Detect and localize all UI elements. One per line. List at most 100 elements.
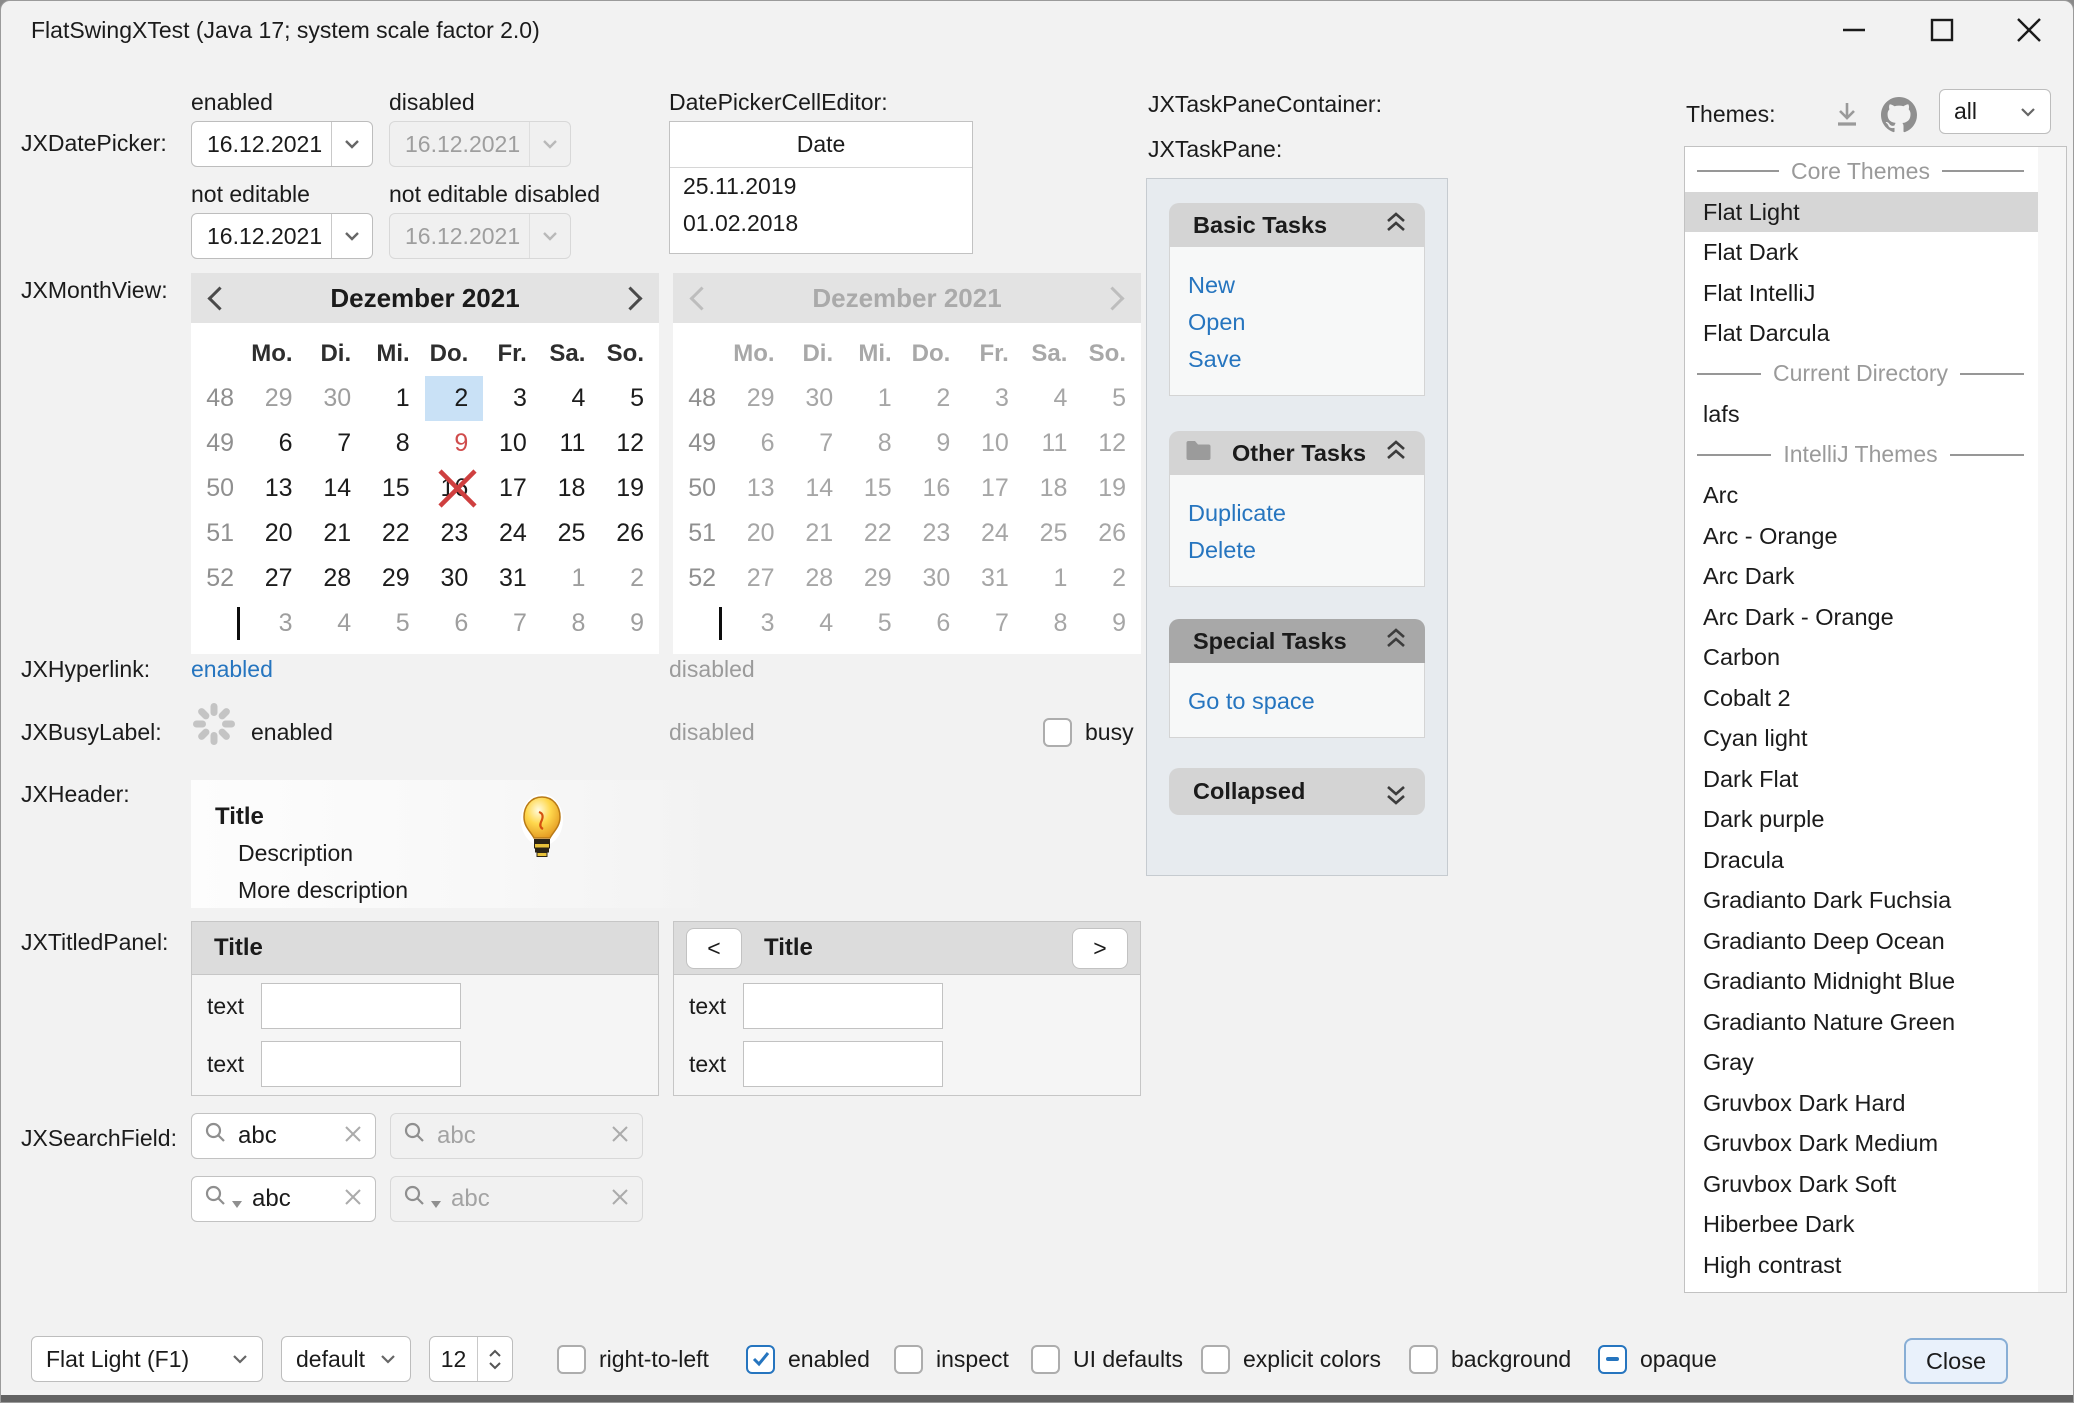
day-cell[interactable]: 21 [308,511,367,556]
theme-list-item[interactable]: Gruvbox Dark Soft [1685,1164,2038,1205]
theme-list-item[interactable]: Gradianto Deep Ocean [1685,921,2038,962]
day-cell[interactable]: 20 [249,511,308,556]
expand-chevron-icon[interactable] [1383,778,1409,806]
day-cell[interactable]: 23 [425,511,484,556]
day-cell[interactable]: 9 [600,601,659,646]
chevron-down-icon[interactable] [331,214,372,258]
text-input[interactable] [261,983,461,1029]
github-button[interactable] [1879,95,1919,135]
theme-list-item[interactable]: Flat Light [1685,192,2038,233]
checkbox-box[interactable] [1598,1345,1627,1374]
search-field[interactable]: abc [191,1176,376,1222]
task-link-save[interactable]: Save [1188,341,1416,378]
search-icon[interactable] [204,1184,228,1214]
theme-list-item[interactable]: Arc Dark - Orange [1685,597,2038,638]
checkbox-box[interactable] [557,1345,586,1374]
theme-list-item[interactable]: Gruvbox Dark Medium [1685,1123,2038,1164]
day-cell[interactable]: 18 [542,466,601,511]
collapse-chevron-icon[interactable] [1383,627,1409,655]
next-button[interactable]: > [1072,928,1128,969]
day-cell[interactable]: 8 [366,421,425,466]
prev-button[interactable]: < [686,928,742,969]
taskpane-header[interactable]: Collapsed [1169,768,1425,815]
download-themes-button[interactable] [1829,97,1865,133]
datepicker-not-editable[interactable]: 16.12.2021 [191,213,373,259]
day-cell[interactable]: 8 [542,601,601,646]
text-input[interactable] [743,983,943,1029]
theme-list-item[interactable]: Gradianto Dark Fuchsia [1685,880,2038,921]
checkbox-right-to-left[interactable]: right-to-left [557,1336,709,1382]
day-cell[interactable]: 12 [600,421,659,466]
laf-combobox[interactable]: Flat Light (F1) [31,1336,263,1382]
table-row[interactable]: 01.02.2018 [670,205,972,242]
day-cell[interactable]: 2 [600,556,659,601]
theme-list-item[interactable]: Cobalt 2 [1685,678,2038,719]
scrollbar[interactable] [2038,147,2066,1292]
taskpane-header[interactable]: Other Tasks [1169,431,1425,475]
text-input[interactable] [743,1041,943,1087]
day-cell[interactable]: 31 [483,556,542,601]
monthview-grid[interactable]: Mo.Di.Mi.Do.Fr.Sa.So.4829301234549678910… [191,323,659,654]
theme-list-item[interactable]: Dark purple [1685,799,2038,840]
theme-list-item[interactable]: Carbon [1685,637,2038,678]
taskpane-header[interactable]: Basic Tasks [1169,203,1425,247]
task-link-new[interactable]: New [1188,267,1416,304]
search-options-arrow-icon[interactable] [232,1201,242,1208]
day-cell[interactable]: 30 [425,556,484,601]
task-link-open[interactable]: Open [1188,304,1416,341]
task-link-delete[interactable]: Delete [1188,532,1416,569]
theme-list-item[interactable]: Hiberbee Dark [1685,1204,2038,1245]
maximize-button[interactable] [1909,1,1975,59]
busy-checkbox[interactable]: busy [1043,709,1134,755]
day-cell[interactable]: 11 [542,421,601,466]
title-bar[interactable]: FlatSwingXTest (Java 17; system scale fa… [1,1,2073,59]
day-cell[interactable]: 27 [249,556,308,601]
collapse-chevron-icon[interactable] [1383,439,1409,467]
day-cell[interactable]: 3 [249,601,308,646]
font-size-spinner[interactable]: 12 [429,1336,513,1382]
themes-filter-combobox[interactable]: all [1939,89,2051,134]
checkbox-box[interactable] [1201,1345,1230,1374]
day-cell[interactable]: 15 [366,466,425,511]
theme-list-item[interactable]: Arc [1685,475,2038,516]
theme-list-item[interactable]: lafs [1685,394,2038,435]
day-cell[interactable]: 26 [600,511,659,556]
spinner-value[interactable]: 12 [430,1337,477,1381]
day-cell[interactable]: 3 [483,376,542,421]
theme-list-item[interactable]: Arc - Orange [1685,516,2038,557]
theme-list-item[interactable]: Dracula [1685,840,2038,881]
theme-list-item[interactable]: Gradianto Midnight Blue [1685,961,2038,1002]
theme-list-item[interactable]: Light Flat [1685,1285,2038,1293]
checkbox-background[interactable]: background [1409,1336,1571,1382]
day-cell[interactable]: 29 [366,556,425,601]
checkbox-ui-defaults[interactable]: UI defaults [1031,1336,1183,1382]
day-cell[interactable]: 1 [542,556,601,601]
datepicker-cell-editor-table[interactable]: Date 25.11.2019 01.02.2018 [669,121,973,254]
theme-list-item[interactable]: Gray [1685,1042,2038,1083]
checkbox-box[interactable] [1031,1345,1060,1374]
themes-list[interactable]: Core ThemesFlat LightFlat DarkFlat Intel… [1684,146,2067,1293]
day-cell[interactable]: 25 [542,511,601,556]
day-cell[interactable]: 10 [483,421,542,466]
theme-list-item[interactable]: Gradianto Nature Green [1685,1002,2038,1043]
theme-list-item[interactable]: Arc Dark [1685,556,2038,597]
theme-list-item[interactable]: Flat Darcula [1685,313,2038,354]
checkbox-explicit-colors[interactable]: explicit colors [1201,1336,1381,1382]
day-cell[interactable]: 5 [366,601,425,646]
close-window-button[interactable] [1996,1,2062,59]
spinner-buttons[interactable] [477,1337,512,1381]
search-field[interactable]: abc [191,1113,376,1159]
day-cell[interactable]: 24 [483,511,542,556]
clear-search-icon[interactable] [343,1123,363,1150]
theme-list-item[interactable]: High contrast [1685,1245,2038,1286]
table-row[interactable]: 25.11.2019 [670,168,972,205]
checkbox-box[interactable] [1043,718,1072,747]
checkbox-opaque[interactable]: opaque [1598,1336,1717,1382]
monthview-enabled[interactable]: Dezember 2021Mo.Di.Mi.Do.Fr.Sa.So.482930… [191,273,659,654]
day-cell[interactable]: 29 [249,376,308,421]
search-input[interactable]: abc [252,1185,333,1213]
day-cell[interactable]: 7 [308,421,367,466]
day-cell[interactable]: 19 [600,466,659,511]
task-link-duplicate[interactable]: Duplicate [1188,495,1416,532]
day-cell[interactable]: 13 [249,466,308,511]
